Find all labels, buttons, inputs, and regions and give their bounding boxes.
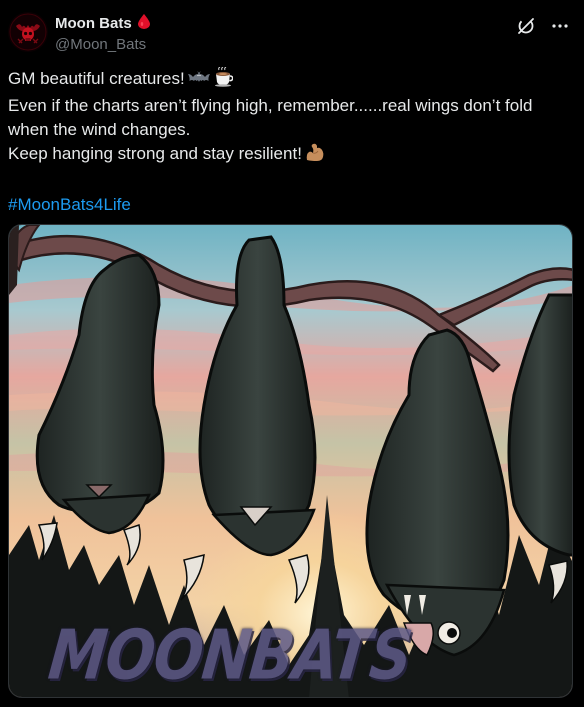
post-header: Moon Bats @Moon_Bats (8, 12, 576, 56)
flexed-biceps-emoji (305, 142, 325, 169)
grok-icon[interactable] (516, 16, 536, 36)
post-card: Moon Bats @Moon_Bats GM beautiful creatu… (0, 0, 584, 707)
post-line: GM beautiful creatures! (8, 66, 572, 94)
avatar[interactable] (8, 12, 48, 52)
post-text: GM beautiful creatures! Even if the char… (8, 66, 572, 217)
moonbats-watermark: MOONBATS (45, 614, 416, 695)
post-image[interactable]: MOONBATS (8, 224, 573, 698)
post-line-text: GM beautiful creatures! (8, 69, 185, 88)
post-line: when the wind changes. (8, 120, 191, 139)
author-handle[interactable]: @Moon_Bats (55, 35, 150, 55)
author-info: Moon Bats @Moon_Bats (55, 14, 151, 55)
header-actions (506, 16, 570, 40)
post-line: Even if the charts aren’t flying high, r… (8, 96, 533, 115)
skull-emblem-icon (9, 13, 47, 51)
post-line: Keep hanging strong and stay resilient! (8, 142, 572, 169)
more-options-icon[interactable] (550, 16, 570, 36)
bat-emoji (187, 69, 210, 94)
author-display-name[interactable]: Moon Bats (55, 14, 132, 34)
post-line-text: Keep hanging strong and stay resilient! (8, 144, 302, 163)
blood-drop-icon (138, 14, 151, 34)
hashtag-link[interactable]: #MoonBats4Life (8, 195, 131, 214)
coffee-emoji (213, 66, 234, 94)
